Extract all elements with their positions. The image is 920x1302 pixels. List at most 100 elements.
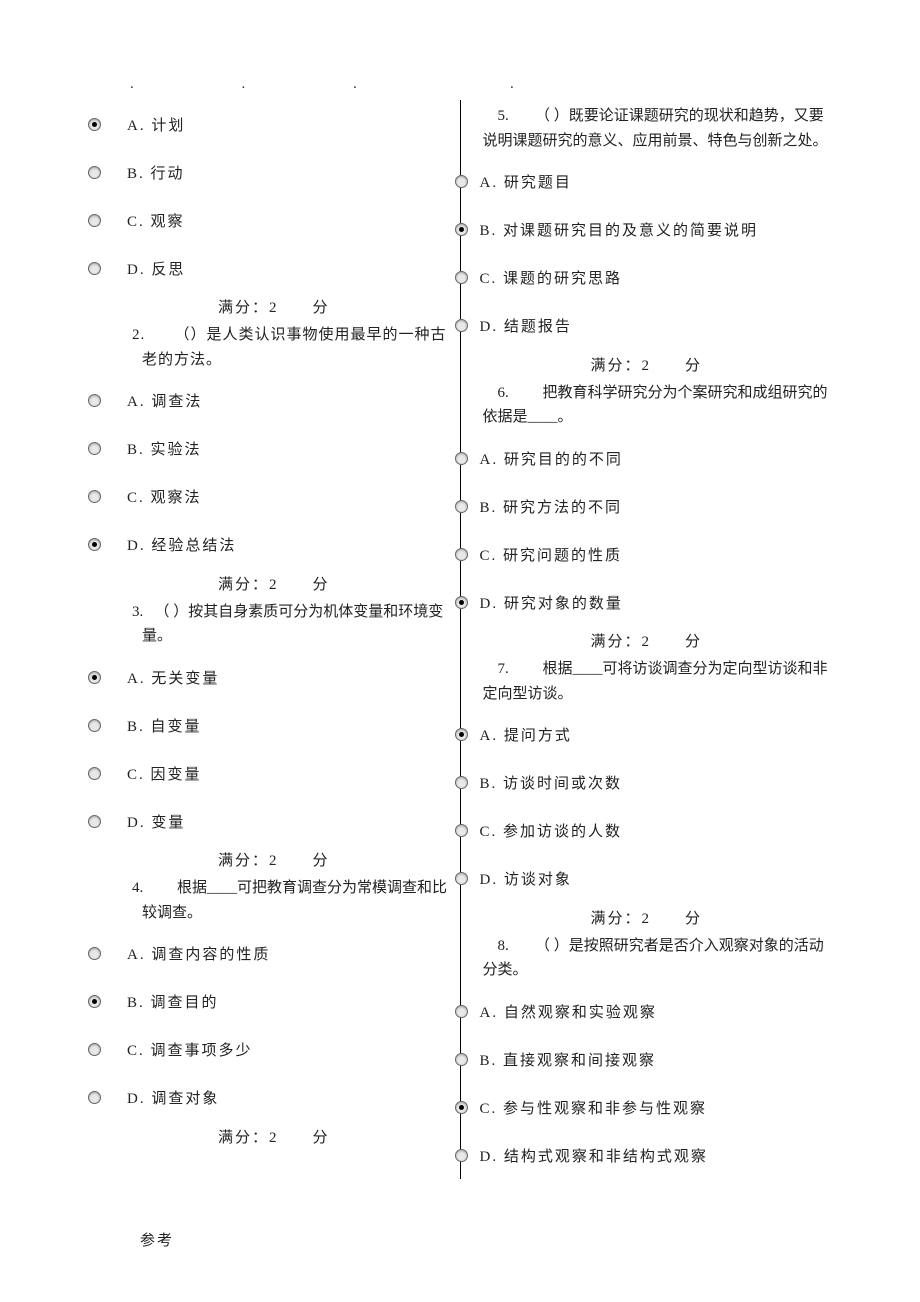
option-label: A. 无关变量 — [127, 667, 219, 688]
q1-option-c[interactable]: C. 观察 — [88, 196, 460, 244]
option-label: C. 因变量 — [127, 763, 202, 784]
score-line: 满分：2 分 — [461, 350, 833, 377]
radio-icon — [88, 947, 101, 960]
radio-icon — [88, 262, 101, 275]
option-label: B. 直接观察和间接观察 — [480, 1049, 657, 1070]
option-label: C. 研究问题的性质 — [480, 544, 623, 565]
decorative-dot: . — [510, 76, 514, 93]
option-label: D. 研究对象的数量 — [480, 592, 623, 613]
score-line: 满分：2 分 — [461, 903, 833, 930]
footer-text: 参考 — [80, 1229, 840, 1250]
option-label: D. 调查对象 — [127, 1087, 219, 1108]
q2-option-b[interactable]: B. 实验法 — [88, 425, 460, 473]
option-label: C. 课题的研究思路 — [480, 267, 623, 288]
radio-icon — [455, 596, 468, 609]
q5-option-a[interactable]: A. 研究题目 — [461, 158, 833, 206]
q8-option-d[interactable]: D. 结构式观察和非结构式观察 — [461, 1131, 833, 1179]
page: A. 计划 B. 行动 C. 观察 D. 反思 满分：2 分 2. （）是人类认… — [0, 0, 920, 1290]
q5-option-c[interactable]: C. 课题的研究思路 — [461, 254, 833, 302]
radio-icon — [88, 995, 101, 1008]
radio-icon — [88, 815, 101, 828]
radio-icon — [88, 394, 101, 407]
column-right: 5. （ ）既要论证课题研究的现状和趋势，又要说明课题研究的意义、应用前景、特色… — [461, 100, 841, 1179]
radio-icon — [455, 500, 468, 513]
option-label: C. 参加访谈的人数 — [480, 820, 623, 841]
radio-icon — [455, 175, 468, 188]
option-label: A. 研究题目 — [480, 171, 572, 192]
radio-icon — [455, 728, 468, 741]
q7-option-d[interactable]: D. 访谈对象 — [461, 855, 833, 903]
score-line: 满分：2 分 — [88, 1122, 460, 1149]
option-label: C. 观察法 — [127, 486, 202, 507]
radio-icon — [88, 118, 101, 131]
q4-option-c[interactable]: C. 调查事项多少 — [88, 1026, 460, 1074]
q7-option-b[interactable]: B. 访谈时间或次数 — [461, 759, 833, 807]
q2-option-a[interactable]: A. 调查法 — [88, 377, 460, 425]
decorative-dots: . . . — [130, 76, 409, 93]
radio-icon — [455, 1149, 468, 1162]
q2-stem: 2. （）是人类认识事物使用最早的一种古老的方法。 — [88, 319, 460, 377]
option-label: A. 自然观察和实验观察 — [480, 1001, 657, 1022]
q5-option-d[interactable]: D. 结题报告 — [461, 302, 833, 350]
option-label: D. 经验总结法 — [127, 534, 236, 555]
q4-option-d[interactable]: D. 调查对象 — [88, 1074, 460, 1122]
radio-icon — [88, 538, 101, 551]
option-label: B. 实验法 — [127, 438, 202, 459]
option-label: B. 行动 — [127, 162, 185, 183]
q4-stem: 4. 根据____可把教育调查分为常模调查和比较调查。 — [88, 872, 460, 930]
radio-icon — [455, 872, 468, 885]
q2-option-d[interactable]: D. 经验总结法 — [88, 521, 460, 569]
radio-icon — [455, 1101, 468, 1114]
option-label: A. 调查内容的性质 — [127, 943, 270, 964]
radio-icon — [88, 214, 101, 227]
q3-option-b[interactable]: B. 自变量 — [88, 701, 460, 749]
q8-option-c[interactable]: C. 参与性观察和非参与性观察 — [461, 1083, 833, 1131]
option-label: B. 自变量 — [127, 715, 202, 736]
q1-option-d[interactable]: D. 反思 — [88, 244, 460, 292]
q6-option-b[interactable]: B. 研究方法的不同 — [461, 482, 833, 530]
option-label: B. 访谈时间或次数 — [480, 772, 623, 793]
q7-stem: 7. 根据____可将访谈调查分为定向型访谈和非定向型访谈。 — [461, 653, 833, 711]
radio-icon — [455, 271, 468, 284]
radio-icon — [455, 223, 468, 236]
q3-option-c[interactable]: C. 因变量 — [88, 749, 460, 797]
q2-option-c[interactable]: C. 观察法 — [88, 473, 460, 521]
q7-option-a[interactable]: A. 提问方式 — [461, 711, 833, 759]
radio-icon — [88, 490, 101, 503]
radio-icon — [88, 671, 101, 684]
score-line: 满分：2 分 — [461, 626, 833, 653]
q6-option-d[interactable]: D. 研究对象的数量 — [461, 578, 833, 626]
option-label: B. 研究方法的不同 — [480, 496, 623, 517]
option-label: A. 计划 — [127, 114, 185, 135]
radio-icon — [88, 166, 101, 179]
q3-option-d[interactable]: D. 变量 — [88, 797, 460, 845]
q4-option-b[interactable]: B. 调查目的 — [88, 978, 460, 1026]
q8-option-a[interactable]: A. 自然观察和实验观察 — [461, 987, 833, 1035]
q6-option-a[interactable]: A. 研究目的的不同 — [461, 434, 833, 482]
score-line: 满分：2 分 — [88, 292, 460, 319]
option-label: C. 参与性观察和非参与性观察 — [480, 1097, 708, 1118]
q1-option-a[interactable]: A. 计划 — [88, 100, 460, 148]
q4-option-a[interactable]: A. 调查内容的性质 — [88, 930, 460, 978]
q6-stem: 6. 把教育科学研究分为个案研究和成组研究的依据是____。 — [461, 377, 833, 435]
option-label: B. 对课题研究目的及意义的简要说明 — [480, 219, 759, 240]
q8-stem: 8. （ ）是按照研究者是否介入观察对象的活动分类。 — [461, 930, 833, 988]
option-label: D. 访谈对象 — [480, 868, 572, 889]
radio-icon — [455, 452, 468, 465]
q8-option-b[interactable]: B. 直接观察和间接观察 — [461, 1035, 833, 1083]
q3-stem: 3. （ ）按其自身素质可分为机体变量和环境变量。 — [88, 596, 460, 654]
q7-option-c[interactable]: C. 参加访谈的人数 — [461, 807, 833, 855]
option-label: A. 调查法 — [127, 390, 202, 411]
q5-option-b[interactable]: B. 对课题研究目的及意义的简要说明 — [461, 206, 833, 254]
q5-stem: 5. （ ）既要论证课题研究的现状和趋势，又要说明课题研究的意义、应用前景、特色… — [461, 100, 833, 158]
q3-option-a[interactable]: A. 无关变量 — [88, 653, 460, 701]
score-line: 满分：2 分 — [88, 845, 460, 872]
q1-option-b[interactable]: B. 行动 — [88, 148, 460, 196]
option-label: D. 结题报告 — [480, 315, 572, 336]
radio-icon — [455, 548, 468, 561]
q6-option-c[interactable]: C. 研究问题的性质 — [461, 530, 833, 578]
option-label: D. 结构式观察和非结构式观察 — [480, 1145, 708, 1166]
radio-icon — [455, 776, 468, 789]
option-label: D. 反思 — [127, 258, 185, 279]
score-line: 满分：2 分 — [88, 569, 460, 596]
